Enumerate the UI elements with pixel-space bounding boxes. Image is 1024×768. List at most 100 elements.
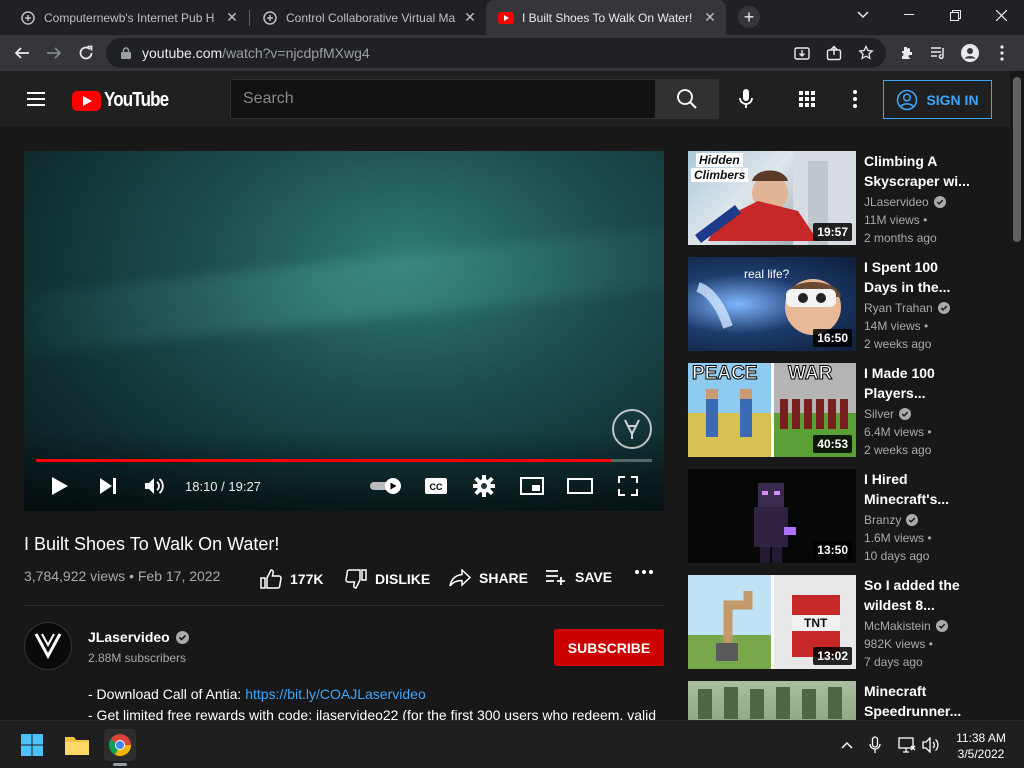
- clock-date: 3/5/2022: [957, 747, 1005, 761]
- youtube-logo[interactable]: YouTube: [72, 89, 180, 112]
- miniplayer-icon[interactable]: [519, 473, 545, 499]
- windows-start-icon[interactable]: [16, 729, 48, 761]
- video-thumbnail[interactable]: TNT 13:02: [688, 575, 856, 669]
- video-thumbnail[interactable]: PEACE WAR 40:53: [688, 363, 856, 457]
- subtitles-cc-icon[interactable]: CC: [423, 473, 449, 499]
- recommended-views: 6.4M views •: [864, 425, 932, 439]
- recommended-video[interactable]: PEACE WAR 40:53 I Made 100 Players... Sil…: [688, 363, 998, 457]
- dislike-button[interactable]: DISLIKE: [345, 569, 430, 589]
- description-link[interactable]: https://bit.ly/COAJLaservideo: [245, 686, 426, 702]
- scrollbar-thumb[interactable]: [1013, 77, 1021, 242]
- bookmark-star-icon[interactable]: [854, 41, 878, 65]
- play-button[interactable]: [47, 473, 73, 499]
- video-thumbnail[interactable]: [688, 681, 856, 720]
- recommended-video[interactable]: Hidden Climbers 19:57 Climbing A Skyscrap…: [688, 151, 998, 245]
- channel-avatar[interactable]: [24, 622, 72, 670]
- chrome-taskbar-icon[interactable]: [104, 729, 136, 761]
- subscribe-button[interactable]: SUBSCRIBE: [554, 629, 664, 666]
- channel-name[interactable]: JLaservideo: [88, 629, 189, 645]
- sign-in-button[interactable]: SIGN IN: [883, 80, 992, 119]
- video-thumbnail[interactable]: Hidden Climbers 19:57: [688, 151, 856, 245]
- recommended-title[interactable]: I Hired Minecraft's...: [864, 469, 974, 509]
- chrome-menu-icon[interactable]: [990, 41, 1014, 65]
- search-input[interactable]: [231, 80, 655, 118]
- back-arrow-icon[interactable]: [10, 41, 34, 65]
- verified-badge-icon: [175, 630, 189, 644]
- reload-icon[interactable]: [74, 41, 98, 65]
- verified-badge-icon: [937, 302, 950, 314]
- volume-icon[interactable]: [142, 473, 168, 499]
- verified-badge-icon: [933, 196, 946, 208]
- recommended-channel[interactable]: Silver: [864, 407, 912, 421]
- recommended-channel[interactable]: McMakistein: [864, 619, 948, 633]
- recommended-title[interactable]: So I added the wildest 8...: [864, 575, 974, 615]
- profile-icon[interactable]: [958, 41, 982, 65]
- minimize-button[interactable]: [886, 0, 932, 30]
- share-button[interactable]: SHARE: [449, 569, 528, 587]
- recommended-channel[interactable]: Ryan Trahan: [864, 301, 950, 315]
- save-button[interactable]: SAVE: [545, 569, 612, 585]
- apps-grid-icon[interactable]: [795, 87, 819, 111]
- tab-favicon-icon: [20, 10, 36, 26]
- thumbs-down-icon: [345, 569, 367, 589]
- recommended-video[interactable]: Minecraft Speedrunner...: [688, 681, 998, 720]
- install-app-icon[interactable]: [790, 41, 814, 65]
- restore-button[interactable]: [932, 0, 978, 30]
- network-icon[interactable]: [897, 735, 917, 755]
- settings-more-icon[interactable]: [843, 87, 867, 111]
- recommended-title[interactable]: Minecraft Speedrunner...: [864, 681, 974, 720]
- search-button[interactable]: [655, 79, 719, 119]
- recommended-video[interactable]: 13:50 I Hired Minecraft's... Branzy 1.6M …: [688, 469, 998, 563]
- new-tab-button[interactable]: +: [738, 6, 760, 28]
- progress-bar[interactable]: [36, 459, 652, 462]
- extensions-icon[interactable]: [894, 41, 918, 65]
- recommended-title[interactable]: Climbing A Skyscraper wi...: [864, 151, 974, 191]
- windows-taskbar: 11:38 AM 3/5/2022: [0, 720, 1024, 768]
- recommended-title[interactable]: I Made 100 Players...: [864, 363, 974, 403]
- autoplay-toggle[interactable]: [368, 473, 404, 499]
- recommended-age: 7 days ago: [864, 655, 923, 669]
- channel-watermark-icon[interactable]: [612, 409, 652, 449]
- address-bar[interactable]: youtube.com/watch?v=njcdpfMXwg4: [106, 38, 886, 68]
- fullscreen-icon[interactable]: [615, 473, 641, 499]
- microphone-tray-icon[interactable]: [865, 735, 885, 755]
- video-thumbnail[interactable]: 13:50: [688, 469, 856, 563]
- lock-icon[interactable]: [118, 45, 134, 61]
- settings-gear-icon[interactable]: [471, 473, 497, 499]
- next-button[interactable]: [95, 473, 121, 499]
- close-window-button[interactable]: [978, 0, 1024, 30]
- system-clock[interactable]: 11:38 AM 3/5/2022: [950, 730, 1012, 762]
- tab-favicon-icon: [262, 10, 278, 26]
- recommended-age: 2 weeks ago: [864, 443, 932, 457]
- close-tab-icon[interactable]: ✕: [462, 9, 478, 26]
- voice-search-mic-icon[interactable]: [730, 83, 762, 115]
- watch-page: 18:10 / 19:27 CC I Built Shoes To Walk O…: [0, 127, 1010, 720]
- like-button[interactable]: 177K: [260, 569, 323, 589]
- video-duration: 16:50: [813, 329, 852, 347]
- hamburger-menu-icon[interactable]: [24, 87, 48, 111]
- page-scrollbar[interactable]: [1010, 71, 1024, 720]
- recommended-video[interactable]: real life? 16:50 I Spent 100 Days in the.…: [688, 257, 998, 351]
- tab-title: Computernewb's Internet Pub H: [44, 10, 215, 25]
- video-player[interactable]: 18:10 / 19:27 CC: [24, 151, 664, 511]
- tab-search-icon[interactable]: [840, 0, 886, 30]
- browser-tab-1[interactable]: Computernewb's Internet Pub H ✕: [8, 0, 248, 35]
- close-tab-icon[interactable]: ✕: [702, 9, 718, 26]
- theater-mode-icon[interactable]: [567, 473, 593, 499]
- browser-tab-2[interactable]: Control Collaborative Virtual Ma ✕: [250, 0, 486, 35]
- more-actions-icon[interactable]: [634, 569, 662, 575]
- recommended-channel[interactable]: JLaservideo: [864, 195, 946, 209]
- recommended-views: 14M views •: [864, 319, 929, 333]
- recommended-video[interactable]: TNT 13:02 So I added the wildest 8... McM…: [688, 575, 998, 669]
- show-hidden-icons-chevron-icon[interactable]: [837, 735, 857, 755]
- close-tab-icon[interactable]: ✕: [224, 9, 240, 26]
- browser-tab-active[interactable]: I Built Shoes To Walk On Water! ✕: [486, 0, 726, 35]
- video-thumbnail[interactable]: real life? 16:50: [688, 257, 856, 351]
- recommended-title[interactable]: I Spent 100 Days in the...: [864, 257, 974, 297]
- share-icon[interactable]: [822, 41, 846, 65]
- file-explorer-icon[interactable]: [61, 729, 93, 761]
- volume-tray-icon[interactable]: [921, 735, 941, 755]
- media-control-icon[interactable]: [926, 41, 950, 65]
- recommended-channel[interactable]: Branzy: [864, 513, 919, 527]
- forward-arrow-icon[interactable]: [42, 41, 66, 65]
